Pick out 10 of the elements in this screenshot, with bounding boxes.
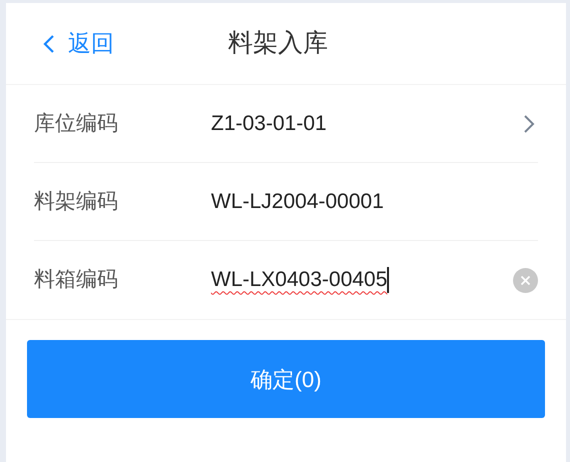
page-title: 料架入库 (228, 28, 328, 59)
confirm-button[interactable]: 确定(0) (27, 340, 545, 418)
field-value[interactable]: Z1-03-01-01 (211, 108, 522, 140)
field-value: WL-LJ2004-00001 (211, 188, 385, 215)
field-label: 料箱编码 (34, 267, 119, 294)
input-field[interactable]: WL-LX0403-00405 (211, 264, 513, 296)
field-label: 料架编码 (34, 188, 119, 215)
chevron-left-icon[interactable] (42, 32, 56, 54)
field-label: 库位编码 (34, 110, 119, 137)
chevron-right-icon[interactable] (522, 112, 536, 134)
